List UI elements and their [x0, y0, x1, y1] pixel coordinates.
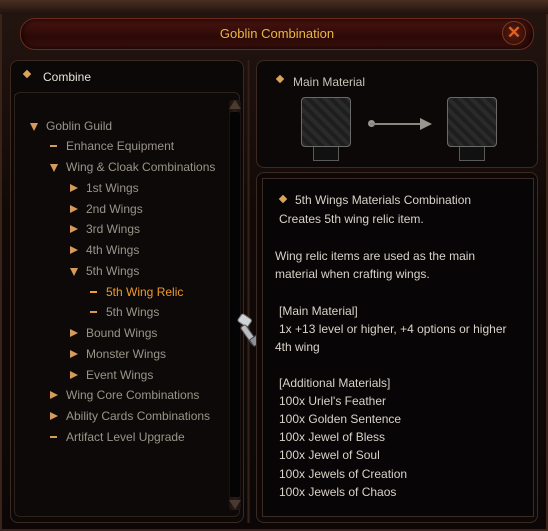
description-title: 5th Wings Materials Combination [295, 193, 472, 207]
window-top-border [0, 0, 548, 14]
tree-item[interactable]: Event Wings [86, 368, 153, 382]
main-material-requirement-line-1: 1x +13 level or higher, +4 options or hi… [279, 322, 507, 336]
tree-item[interactable]: 1st Wings [86, 181, 139, 195]
tree-item[interactable]: 5th Wing Relic [106, 285, 183, 299]
tree-item[interactable]: Wing & Cloak Combinations [66, 160, 215, 174]
combine-header: Combine [43, 70, 92, 84]
tree-item[interactable]: Enhance Equipment [66, 139, 174, 153]
result-slot-base [459, 147, 485, 161]
tree-item[interactable]: Wing Core Combinations [66, 388, 199, 402]
expand-arrow-icon [70, 184, 78, 192]
additional-material-item: 100x Golden Sentence [279, 412, 402, 426]
expand-arrow-icon [50, 412, 58, 420]
leaf-dash-icon [50, 145, 57, 147]
tree-item[interactable]: Goblin Guild [46, 119, 112, 133]
leaf-dash-icon [50, 436, 57, 438]
title-bar: Goblin Combination [20, 18, 534, 50]
additional-material-item: 100x Jewels of Creation [279, 467, 408, 481]
description-line-2: material when crafting wings. [275, 267, 430, 281]
main-material-header: Main Material [293, 75, 366, 89]
tree-item[interactable]: 5th Wings [86, 264, 139, 278]
panel-divider [247, 60, 250, 523]
expand-arrow-icon [70, 371, 78, 379]
tree-item[interactable]: Artifact Level Upgrade [66, 430, 185, 444]
close-icon[interactable]: ✕ [502, 21, 526, 45]
tree-item[interactable]: Monster Wings [86, 347, 166, 361]
tree-item[interactable]: Ability Cards Combinations [66, 409, 210, 423]
expand-arrow-icon [70, 329, 78, 337]
expand-arrow-icon [70, 246, 78, 254]
main-material-slot[interactable] [301, 97, 351, 147]
collapse-arrow-icon [50, 164, 58, 172]
scroll-up-arrow-icon[interactable] [229, 100, 241, 109]
collapse-arrow-icon [70, 268, 78, 276]
additional-material-item: 100x Jewel of Bless [279, 430, 386, 444]
additional-material-item: 100x Uriel's Feather [279, 394, 387, 408]
expand-arrow-icon [50, 391, 58, 399]
main-material-slot-base [313, 147, 339, 161]
tree-item[interactable]: 5th Wings [106, 305, 159, 319]
leaf-dash-icon [90, 311, 97, 313]
description-summary: Creates 5th wing relic item. [279, 212, 424, 226]
expand-arrow-icon [70, 225, 78, 233]
expand-arrow-icon [70, 350, 78, 358]
description-line-1: Wing relic items are used as the main [275, 249, 476, 263]
combine-arrow-head [420, 118, 432, 130]
collapse-arrow-icon [30, 123, 38, 131]
tree-item[interactable]: Bound Wings [86, 326, 157, 340]
window-title: Goblin Combination [219, 26, 335, 41]
scroll-down-arrow-icon[interactable] [229, 500, 241, 509]
tree-scroll-thumb[interactable] [230, 112, 240, 497]
tree-item[interactable]: 2nd Wings [86, 202, 143, 216]
leaf-dash-icon [90, 291, 97, 293]
additional-material-item: 100x Jewels of Chaos [279, 485, 397, 499]
additional-materials-header: [Additional Materials] [279, 376, 391, 390]
expand-arrow-icon [70, 205, 78, 213]
main-material-requirement-line-2: 4th wing [275, 340, 320, 354]
tree-item[interactable]: 4th Wings [86, 243, 139, 257]
tree-item[interactable]: 3rd Wings [86, 222, 140, 236]
main-material-section-header: [Main Material] [279, 304, 358, 318]
additional-material-item: 100x Jewel of Soul [279, 448, 380, 462]
result-slot[interactable] [447, 97, 497, 147]
